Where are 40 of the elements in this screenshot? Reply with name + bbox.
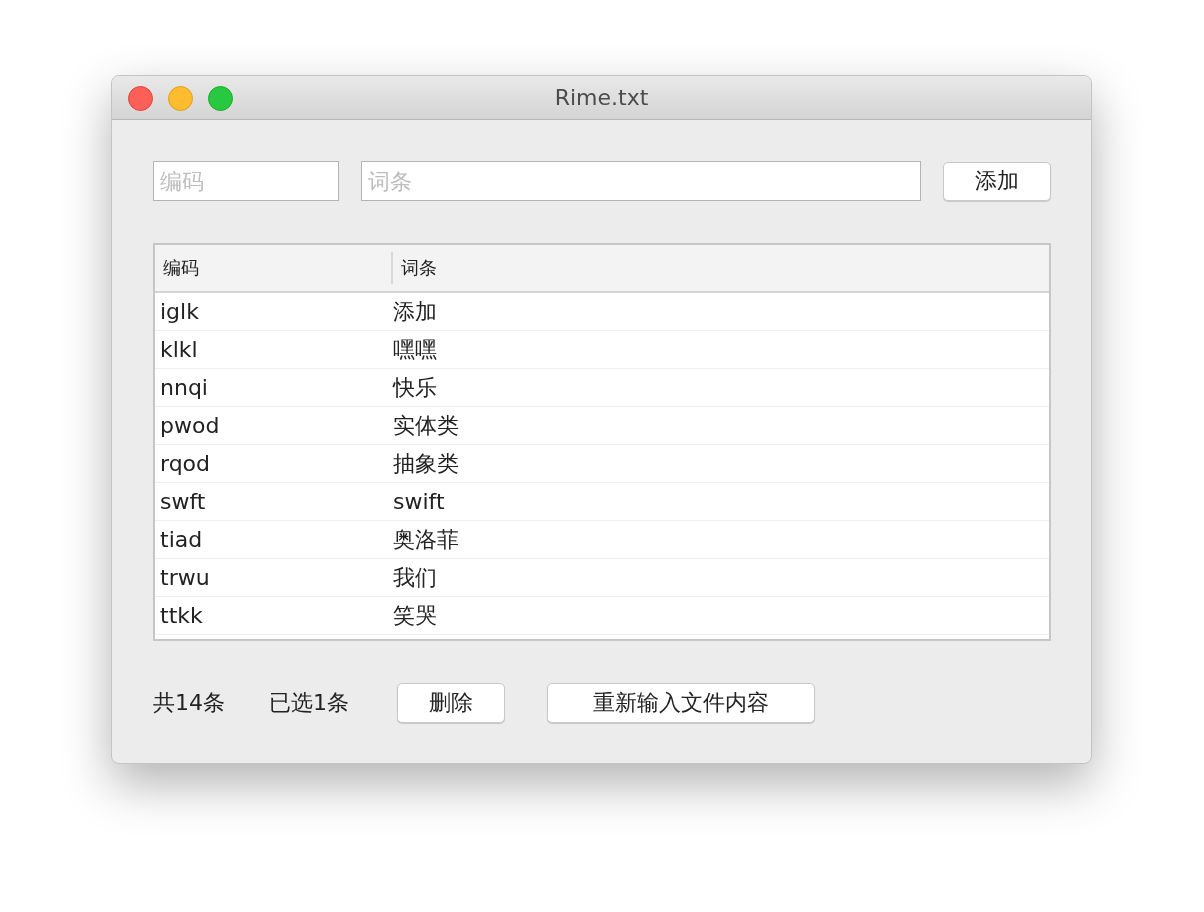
code-cell-text: iglk — [159, 299, 200, 324]
code-cell-text: swft — [159, 489, 207, 514]
code-input-field[interactable]: 编码 — [153, 161, 339, 201]
entry-cell-text: 我们 — [393, 563, 437, 592]
table-row[interactable]: rqod 抽象类 — [155, 445, 1049, 483]
code-cell-text: ttkk — [159, 603, 204, 628]
table-row[interactable]: trwu 我们 — [155, 559, 1049, 597]
table-row[interactable]: tiad 奥洛菲 — [155, 521, 1049, 559]
entry-cell: swift — [393, 489, 445, 514]
entry-cell-text: 快乐 — [393, 373, 437, 402]
entry-cell-text: 奥洛菲 — [393, 525, 459, 554]
table-row[interactable]: pwod 实体类 — [155, 407, 1049, 445]
code-cell-text: trwu — [159, 565, 211, 590]
code-cell-text: nnqi — [159, 375, 209, 400]
code-cell-text: rqod — [159, 451, 212, 476]
table-row[interactable]: klkl 嘿嘿 — [155, 331, 1049, 369]
add-button[interactable]: 添加 — [943, 161, 1051, 201]
entry-cell-text: 添加 — [393, 297, 437, 326]
entry-cell-text: 笑哭 — [393, 601, 437, 630]
reload-button[interactable]: 重新输入文件内容 — [547, 683, 815, 723]
table-row[interactable]: swft swift — [155, 483, 1049, 521]
delete-button[interactable]: 删除 — [397, 683, 505, 723]
column-header[interactable]: 词条 — [393, 256, 437, 280]
total-count: 共14条 — [153, 689, 225, 717]
column-header[interactable]: 编码 — [155, 252, 393, 284]
window-title: Rime.txt — [554, 85, 649, 110]
entry-cell-text: 抽象类 — [393, 449, 459, 478]
entry-input-field[interactable]: 词条 — [361, 161, 921, 201]
code-cell-text: pwod — [159, 413, 221, 438]
minimize-button[interactable] — [168, 86, 193, 111]
entry-cell-text: 嘿嘿 — [393, 335, 437, 364]
table-row[interactable]: iglk 添加 — [155, 293, 1049, 331]
zoom-button[interactable] — [208, 86, 233, 111]
close-button[interactable] — [128, 86, 153, 111]
code-cell-text: klkl — [159, 337, 199, 362]
table-row[interactable]: ttkk 笑哭 — [155, 597, 1049, 635]
entry-cell-text: 实体类 — [393, 411, 459, 440]
selected-count: 已选1条 — [269, 689, 349, 717]
table-row[interactable]: nnqi 快乐 — [155, 369, 1049, 407]
code-cell-text: tiad — [159, 527, 204, 552]
